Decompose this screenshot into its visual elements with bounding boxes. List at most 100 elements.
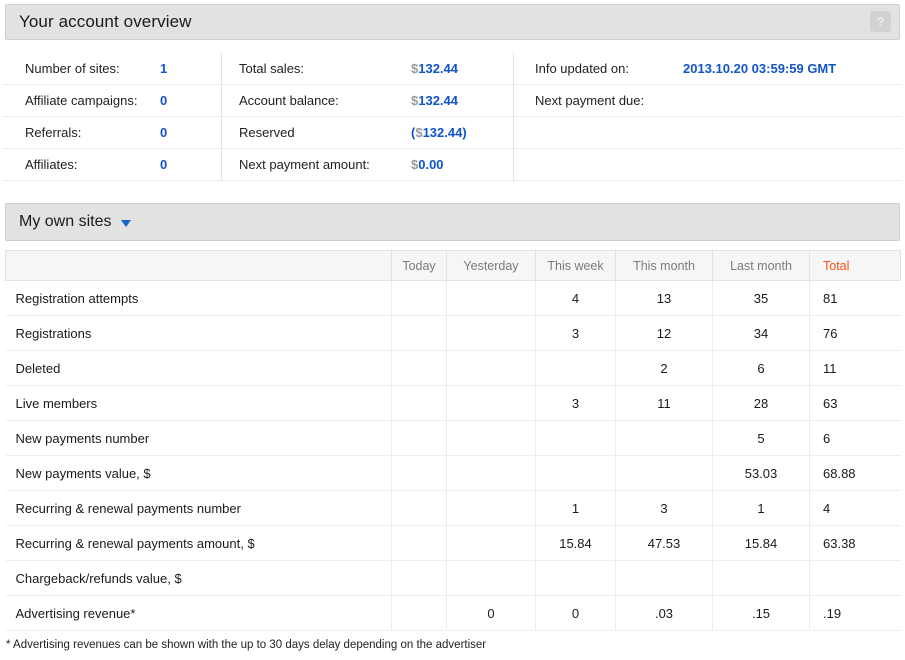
cell-today (392, 386, 447, 421)
cell-this-month: 13 (616, 281, 713, 316)
table-row: Recurring & renewal payments number1314 (6, 491, 901, 526)
cell-last-month: 1 (713, 491, 810, 526)
section-header-my-own-sites[interactable]: My own sites (5, 203, 900, 241)
summary-label: Referrals: (25, 125, 160, 140)
cell-last-month: 15.84 (713, 526, 810, 561)
summary-label: Affiliate campaigns: (25, 93, 160, 108)
summary-amount: 0.00 (418, 157, 443, 172)
cell-this-month: 11 (616, 386, 713, 421)
summary-row (514, 117, 902, 149)
cell-this-month: .03 (616, 596, 713, 631)
summary-row: Affiliate campaigns: 0 (3, 85, 221, 117)
summary-value: 2013.10.20 03:59:59 GMT (683, 61, 836, 76)
column-header-this-week[interactable]: This week (536, 251, 616, 281)
cell-today (392, 281, 447, 316)
column-header-today[interactable]: Today (392, 251, 447, 281)
row-metric-label: Registrations (6, 316, 392, 351)
cell-last-month (713, 561, 810, 596)
summary-column-timing: Info updated on: 2013.10.20 03:59:59 GMT… (513, 53, 902, 181)
summary-value: 0 (160, 125, 167, 140)
cell-last-month: 28 (713, 386, 810, 421)
cell-yesterday (447, 561, 536, 596)
cell-total: 11 (810, 351, 901, 386)
summary-row: Affiliates: 0 (3, 149, 221, 181)
currency-symbol: $ (415, 125, 422, 140)
summary-row (514, 149, 902, 181)
cell-this-week: 0 (536, 596, 616, 631)
cell-last-month: 35 (713, 281, 810, 316)
table-row: Live members 3112863 (6, 386, 901, 421)
summary-row: Account balance: $132.44 (222, 85, 513, 117)
summary-label: Total sales: (239, 61, 411, 76)
row-metric-label: New payments value, $ (6, 456, 392, 491)
cell-last-month: 6 (713, 351, 810, 386)
cell-yesterday (447, 421, 536, 456)
cell-today (392, 421, 447, 456)
cell-this-month: 12 (616, 316, 713, 351)
cell-last-month: 5 (713, 421, 810, 456)
cell-this-week: 15.84 (536, 526, 616, 561)
summary-label: Next payment amount: (239, 157, 411, 172)
cell-yesterday (447, 281, 536, 316)
cell-today (392, 596, 447, 631)
summary-row: Info updated on: 2013.10.20 03:59:59 GMT (514, 53, 902, 85)
summary-value: 0 (160, 93, 167, 108)
cell-today (392, 491, 447, 526)
cell-yesterday (447, 491, 536, 526)
row-metric-label: Deleted (6, 351, 392, 386)
panel-header: Your account overview ? (5, 4, 900, 40)
column-header-last-month[interactable]: Last month (713, 251, 810, 281)
cell-this-month (616, 421, 713, 456)
row-metric-label: Registration attempts (6, 281, 392, 316)
column-header-total[interactable]: Total (810, 251, 901, 281)
row-metric-label: Live members (6, 386, 392, 421)
cell-today (392, 316, 447, 351)
summary-label: Affiliates: (25, 157, 160, 172)
summary-value: $0.00 (411, 157, 444, 172)
table-row: Registrations 3123476 (6, 316, 901, 351)
summary-label: Next payment due: (535, 93, 683, 108)
column-header-metric[interactable] (6, 251, 392, 281)
page-title: Your account overview (6, 12, 192, 32)
cell-this-week: 3 (536, 316, 616, 351)
column-header-yesterday[interactable]: Yesterday (447, 251, 536, 281)
summary-value: $132.44 (411, 61, 458, 76)
cell-this-week (536, 351, 616, 386)
table-row: Advertising revenue*00.03.15.19 (6, 596, 901, 631)
cell-yesterday (447, 526, 536, 561)
summary-label: Reserved (239, 125, 411, 140)
cell-this-week: 3 (536, 386, 616, 421)
row-metric-label: Recurring & renewal payments amount, $ (6, 526, 392, 561)
cell-this-week (536, 561, 616, 596)
cell-yesterday (447, 316, 536, 351)
cell-yesterday (447, 386, 536, 421)
cell-yesterday: 0 (447, 596, 536, 631)
cell-today (392, 526, 447, 561)
stats-table-body: Registration attempts4133581Registration… (6, 281, 901, 631)
row-metric-label: New payments number (6, 421, 392, 456)
cell-last-month: 53.03 (713, 456, 810, 491)
table-row: Registration attempts4133581 (6, 281, 901, 316)
cell-last-month: 34 (713, 316, 810, 351)
cell-total: 81 (810, 281, 901, 316)
summary-row: Reserved ($132.44) (222, 117, 513, 149)
cell-this-week (536, 421, 616, 456)
cell-yesterday (447, 351, 536, 386)
summary-row: Total sales: $132.44 (222, 53, 513, 85)
help-button[interactable]: ? (870, 11, 891, 32)
chevron-down-icon[interactable] (121, 220, 131, 227)
column-header-this-month[interactable]: This month (616, 251, 713, 281)
row-metric-label: Chargeback/refunds value, $ (6, 561, 392, 596)
summary-label: Account balance: (239, 93, 411, 108)
cell-total: 63 (810, 386, 901, 421)
table-row: New payments number56 (6, 421, 901, 456)
summary-amount: 132.44 (418, 93, 458, 108)
summary-column-counts: Number of sites: 1 Affiliate campaigns: … (3, 53, 221, 181)
cell-today (392, 456, 447, 491)
cell-this-month (616, 561, 713, 596)
cell-total: 76 (810, 316, 901, 351)
summary-row: Number of sites: 1 (3, 53, 221, 85)
cell-total: 68.88 (810, 456, 901, 491)
cell-this-month: 47.53 (616, 526, 713, 561)
cell-this-month: 3 (616, 491, 713, 526)
